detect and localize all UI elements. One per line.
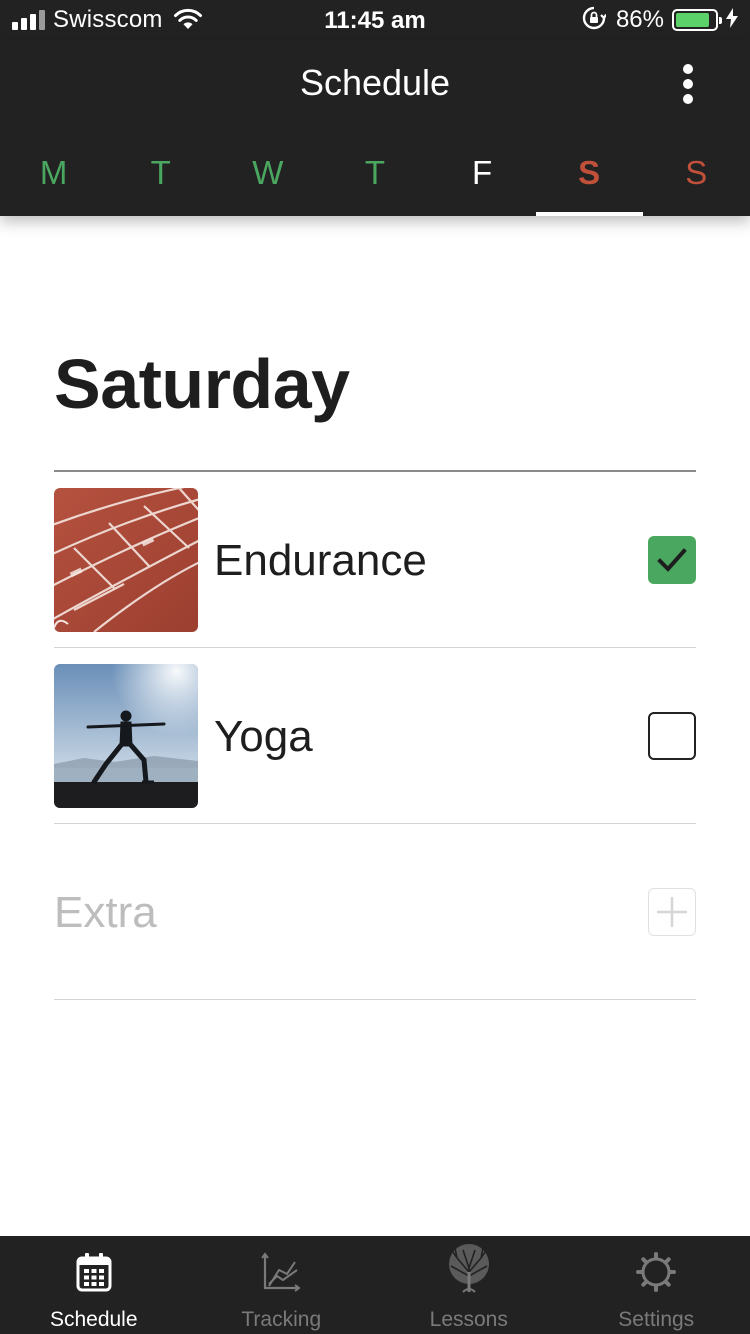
activity-row-endurance[interactable]: Endurance [54, 472, 696, 648]
rotation-lock-icon [582, 6, 607, 35]
status-right: 86% [582, 6, 738, 34]
more-options-icon[interactable] [672, 62, 704, 106]
tab-schedule-label: Schedule [49, 1308, 138, 1331]
running-track-image [54, 488, 198, 632]
status-bar: Swisscom 11:45 am 86% [0, 0, 750, 40]
activity-name-yoga: Yoga [214, 712, 313, 761]
yoga-image [54, 664, 198, 808]
day-tab-saturday-label: S [578, 154, 601, 191]
battery-icon [672, 9, 722, 31]
tab-lessons-label: Lessons [429, 1308, 508, 1331]
day-tab-tuesday[interactable]: T [107, 136, 214, 216]
activity-row-yoga[interactable]: Yoga [54, 648, 696, 824]
activity-list: Endurance Yoga Extra [54, 470, 696, 1000]
activity-checkbox-endurance[interactable] [648, 536, 696, 584]
chart-icon [188, 1252, 376, 1292]
battery-level-fill [676, 13, 709, 27]
day-tab-monday[interactable]: M [0, 136, 107, 216]
day-tab-wednesday[interactable]: W [214, 136, 321, 216]
day-tab-sunday[interactable]: S [643, 136, 750, 216]
gear-icon [563, 1252, 750, 1292]
day-title: Saturday [54, 345, 350, 423]
day-tab-friday[interactable]: F [429, 136, 536, 216]
activity-checkbox-yoga[interactable] [648, 712, 696, 760]
tab-lessons[interactable]: Lessons [375, 1236, 563, 1334]
day-tabs: M T W T F S S [0, 136, 750, 216]
checkmark-icon [657, 548, 687, 572]
activity-name-endurance: Endurance [214, 536, 427, 585]
day-tab-thursday[interactable]: T [321, 136, 428, 216]
tab-schedule[interactable]: Schedule [0, 1236, 188, 1334]
battery-percent: 86% [615, 6, 664, 33]
charging-bolt-icon [726, 7, 738, 33]
bottom-tab-bar: Schedule Tracking Lessons Settings [0, 1236, 750, 1334]
tab-settings-label: Settings [618, 1308, 695, 1331]
calendar-icon [0, 1252, 188, 1292]
add-extra-button[interactable] [648, 888, 696, 936]
page-title: Schedule [299, 62, 451, 103]
extra-label: Extra [54, 888, 157, 937]
nav-header: Schedule M T W T F S S [0, 40, 750, 216]
plus-icon [657, 897, 687, 927]
tab-tracking[interactable]: Tracking [188, 1236, 376, 1334]
selected-tab-indicator [535, 212, 643, 216]
tab-tracking-label: Tracking [241, 1308, 322, 1331]
day-tab-saturday[interactable]: S [535, 136, 643, 216]
extra-row[interactable]: Extra [54, 824, 696, 1000]
tree-icon [375, 1242, 563, 1294]
tab-settings[interactable]: Settings [563, 1236, 750, 1334]
